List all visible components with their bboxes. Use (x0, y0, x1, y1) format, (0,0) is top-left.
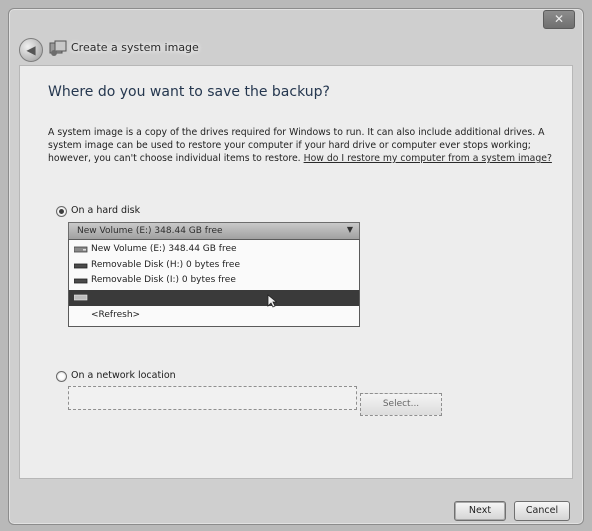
removable-disk-icon (74, 263, 88, 269)
drive-icon (74, 294, 88, 301)
option-label: Removable Disk (I:) 0 bytes free (91, 275, 236, 285)
network-location-label: On a network location (71, 370, 176, 381)
close-button[interactable]: ✕ (543, 10, 575, 29)
title-bar: ✕ ◀ Create a system image (9, 9, 583, 71)
window-title: Create a system image (71, 41, 199, 54)
back-button[interactable]: ◀ (19, 38, 43, 62)
backup-app-icon (49, 40, 67, 56)
hard-drive-icon (74, 246, 88, 253)
dropdown-option-removable-h[interactable]: Removable Disk (H:) 0 bytes free (69, 258, 359, 273)
description: A system image is a copy of the drives r… (48, 126, 554, 165)
page-title: Where do you want to save the backup? (48, 84, 330, 100)
hard-disk-radio[interactable] (56, 206, 67, 217)
network-location-radio[interactable] (56, 371, 67, 382)
chevron-down-icon: ▼ (346, 225, 353, 234)
option-label: Removable Disk (H:) 0 bytes free (91, 260, 240, 270)
dropdown-option-highlighted[interactable] (69, 290, 359, 308)
dropdown-option-new-volume[interactable]: New Volume (E:) 348.44 GB free (69, 242, 359, 257)
help-link[interactable]: How do I restore my computer from a syst… (304, 153, 552, 164)
removable-disk-icon (74, 278, 88, 284)
option-label: <Refresh> (91, 310, 141, 320)
drive-dropdown-value: New Volume (E:) 348.44 GB free (77, 226, 223, 236)
drive-dropdown-list: New Volume (E:) 348.44 GB free Removable… (68, 239, 360, 327)
create-system-image-window: ✕ ◀ Create a system image Where do you w… (8, 8, 584, 525)
network-location-input[interactable] (68, 386, 357, 410)
select-button[interactable]: Select... (360, 393, 442, 416)
dropdown-option-removable-i[interactable]: Removable Disk (I:) 0 bytes free (69, 273, 359, 288)
option-label: New Volume (E:) 348.44 GB free (91, 244, 237, 254)
dropdown-option-refresh[interactable]: <Refresh> (69, 308, 359, 323)
hard-disk-label: On a hard disk (71, 205, 141, 216)
cancel-button[interactable]: Cancel (514, 501, 570, 521)
next-button[interactable]: Next (454, 501, 506, 521)
content-panel: Where do you want to save the backup? A … (19, 65, 573, 479)
mouse-cursor-icon (267, 294, 277, 308)
